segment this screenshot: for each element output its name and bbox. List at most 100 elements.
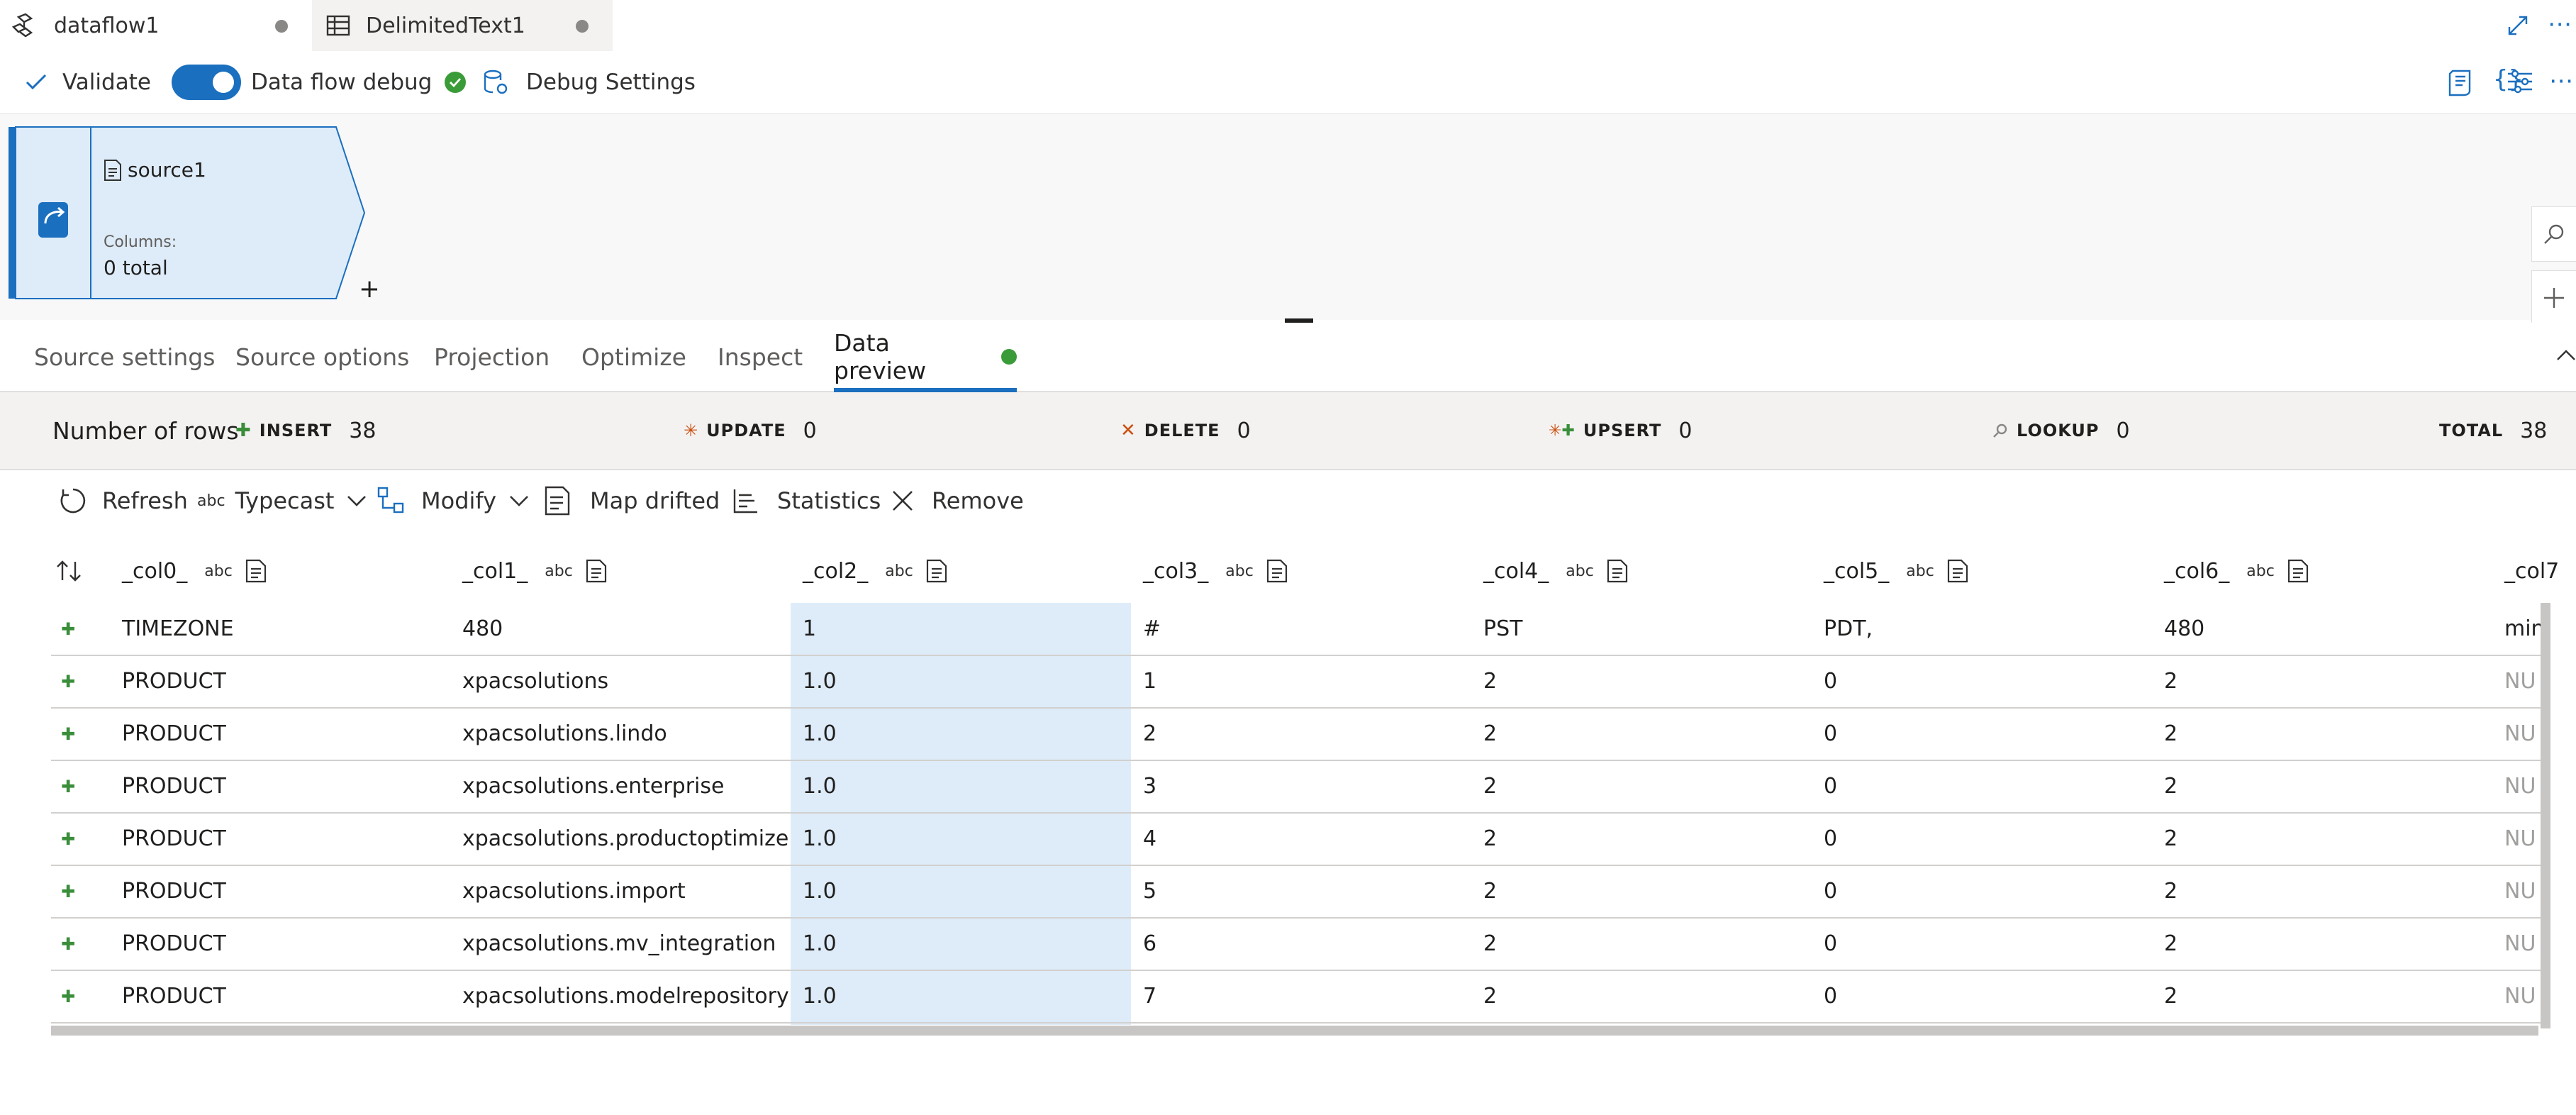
insert-icon: ✚ [235, 420, 251, 441]
table-row[interactable]: ✚ PRODUCT xpacsolutions 1.0 1 2 0 2 NU [51, 655, 2547, 709]
statistics-icon [733, 488, 759, 514]
table-cell: PRODUCT [122, 721, 226, 746]
more-icon[interactable]: ⋯ [2549, 67, 2573, 95]
sort-icon[interactable] [55, 539, 84, 603]
document-tab-bar: dataflow1 DelimitedText1 ⋯ [0, 0, 2576, 52]
table-cell: 3 [1143, 774, 1157, 799]
column-header[interactable]: _col4_ abc [1483, 539, 1629, 603]
file-icon [104, 159, 122, 182]
table-cell: PDT, [1824, 616, 1873, 641]
table-cell: 2 [2164, 879, 2178, 904]
table-cell: 4 [1143, 826, 1157, 851]
table-row[interactable]: ✚ PRODUCT xpacsolutions.import 1.0 5 2 0 2 NU [51, 865, 2547, 919]
expand-icon[interactable] [2507, 14, 2529, 37]
table-cell: 0 [1824, 879, 1838, 904]
checkmark-icon [26, 74, 47, 91]
debug-toggle[interactable]: Data flow debug [172, 51, 467, 113]
tab-delimitedtext1[interactable]: DelimitedText1 [312, 0, 613, 51]
table-cell: 2 [1483, 931, 1498, 956]
table-row[interactable]: ✚ TIMEZONE 480 1 # PST PDT, 480 min [51, 603, 2547, 656]
tab-data-preview[interactable]: Data preview [834, 323, 1017, 392]
node-name: source1 [128, 158, 206, 182]
unsaved-dot [576, 20, 589, 33]
debug-settings-button[interactable]: Debug Settings [482, 51, 696, 113]
tab-source-settings[interactable]: Source settings [34, 323, 215, 391]
remove-button[interactable]: Remove [892, 470, 1024, 531]
table-row[interactable]: ✚ PRODUCT xpacsolutions.mv_integration 1.0 6… [51, 918, 2547, 971]
column-actions-icon[interactable] [1947, 559, 1970, 583]
table-row[interactable]: ✚ PRODUCT xpacsolutions.modelrepository 1.0… [51, 970, 2547, 1024]
total-count: TOTAL 38 [2439, 418, 2548, 443]
table-cell: 2 [1483, 879, 1498, 904]
column-header[interactable]: _col5_ abc [1824, 539, 1970, 603]
table-cell: PRODUCT [122, 774, 226, 799]
table-cell: 2 [2164, 826, 2178, 851]
refresh-button[interactable]: Refresh [58, 470, 188, 531]
tab-dataflow1[interactable]: dataflow1 [0, 0, 312, 51]
unsaved-dot [275, 20, 288, 33]
collapse-icon[interactable] [2556, 348, 2576, 361]
script-icon[interactable] [2447, 70, 2472, 96]
modify-button[interactable]: Modify [377, 470, 529, 531]
zoom-in-button[interactable] [2531, 270, 2576, 326]
table-cell: 0 [1824, 721, 1838, 746]
column-header[interactable]: _col7 [2504, 539, 2559, 603]
typecast-button[interactable]: abc Typecast [197, 470, 367, 531]
tab-source-options[interactable]: Source options [235, 323, 409, 391]
table-cell: 1 [1143, 669, 1157, 694]
tab-projection[interactable]: Projection [434, 323, 550, 391]
insert-row-icon: ✚ [61, 671, 76, 692]
table-row[interactable]: ✚ PRODUCT xpacsolutions.enterprise 1.0 3 2 0 2 N… [51, 760, 2547, 814]
column-name: _col1_ [462, 558, 528, 584]
table-cell: xpacsolutions.lindo [462, 721, 667, 746]
horizontal-scrollbar[interactable] [51, 1026, 2538, 1036]
table-cell: PRODUCT [122, 879, 226, 904]
type-abc-icon: abc [204, 562, 233, 580]
search-canvas-button[interactable] [2531, 206, 2576, 262]
column-actions-icon[interactable] [1607, 559, 1629, 583]
vertical-scrollbar[interactable] [2541, 603, 2550, 1028]
svg-text:+: + [359, 274, 377, 304]
map-drifted-button[interactable]: Map drifted [545, 470, 720, 531]
column-header[interactable]: _col2_ abc [803, 539, 949, 603]
statistics-button[interactable]: Statistics [733, 470, 881, 531]
table-cell: PRODUCT [122, 669, 226, 694]
table-cell: PRODUCT [122, 931, 226, 956]
abc-icon: abc [197, 492, 225, 510]
insert-row-icon: ✚ [61, 933, 76, 954]
insert-row-icon: ✚ [61, 723, 76, 744]
column-actions-icon[interactable] [586, 559, 608, 583]
dataflow-canvas[interactable]: + source1 Columns: 0 total [0, 114, 2576, 326]
table-cell: PST [1483, 616, 1523, 641]
table-cell: 1.0 [803, 669, 837, 694]
column-header[interactable]: _col3_ abc [1143, 539, 1289, 603]
status-dot [1001, 349, 1017, 365]
table-cell: # [1143, 616, 1161, 641]
node-columns-value: 0 total [104, 256, 168, 279]
delete-count: ✕ DELETE 0 [1120, 418, 1251, 443]
column-header[interactable]: _col6_ abc [2164, 539, 2310, 603]
node-title: source1 [104, 158, 206, 182]
column-actions-icon[interactable] [245, 559, 268, 583]
table-cell: xpacsolutions [462, 669, 609, 694]
toggle-switch[interactable] [172, 65, 241, 100]
command-bar: Validate Data flow debug Debug Settings … [0, 51, 2576, 114]
tab-optimize[interactable]: Optimize [581, 323, 686, 391]
tab-inspect[interactable]: Inspect [718, 323, 803, 391]
table-row[interactable]: ✚ PRODUCT xpacsolutions.lindo 1.0 2 2 0 2 NU [51, 708, 2547, 761]
more-icon[interactable]: ⋯ [2548, 10, 2572, 38]
filter-settings-icon[interactable] [2507, 68, 2533, 95]
column-header[interactable]: _col1_ abc [462, 539, 608, 603]
source-node[interactable]: + source1 Columns: 0 total [9, 124, 377, 310]
table-cell: PRODUCT [122, 826, 226, 851]
table-row[interactable]: ✚ PRODUCT xpacsolutions.productoptimizer 1.… [51, 813, 2547, 866]
refresh-icon [58, 486, 88, 516]
column-actions-icon[interactable] [926, 559, 949, 583]
column-actions-icon[interactable] [2287, 559, 2310, 583]
column-header[interactable]: _col0_ abc [122, 539, 268, 603]
column-actions-icon[interactable] [1266, 559, 1289, 583]
type-abc-icon: abc [545, 562, 573, 580]
table-cell: xpacsolutions.enterprise [462, 774, 725, 799]
validate-button[interactable]: Validate [26, 51, 151, 113]
type-abc-icon: abc [2246, 562, 2275, 580]
